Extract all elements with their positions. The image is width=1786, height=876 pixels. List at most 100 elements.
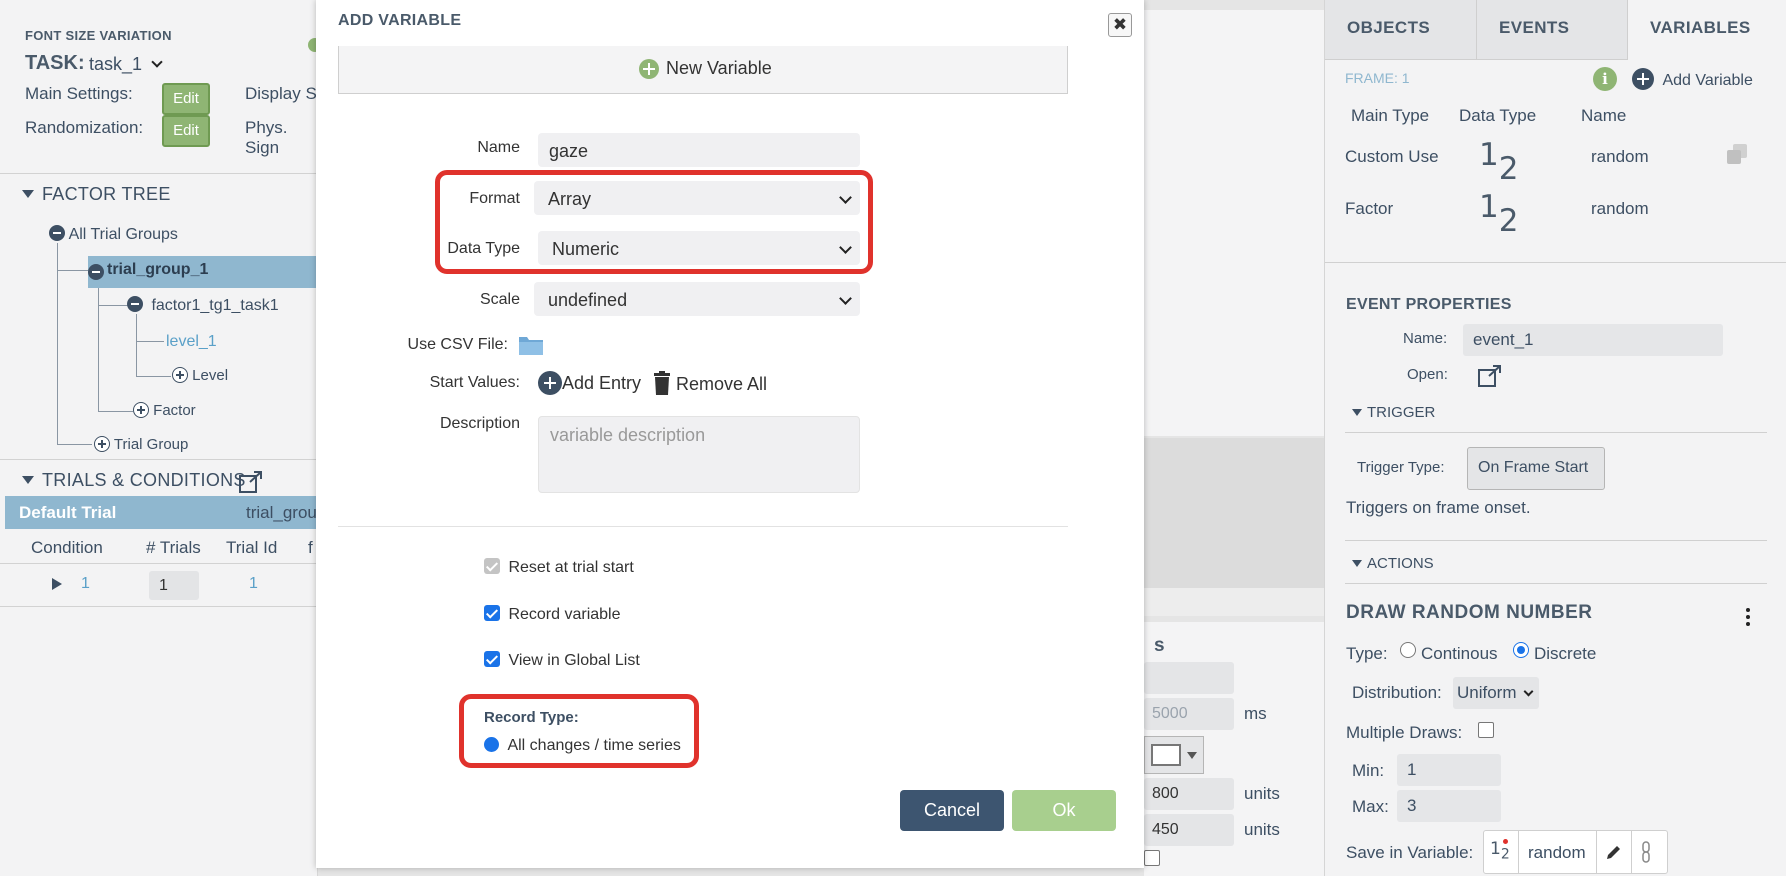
factor-tree-header[interactable]: FACTOR TREE [22,184,171,205]
dialog-title: ADD VARIABLE [338,12,462,29]
add-level-button[interactable]: Level [172,367,228,384]
trigger-type-select[interactable]: On Frame Start [1467,447,1605,490]
event-properties-title: EVENT PROPERTIES [1346,296,1512,313]
radio-continous[interactable] [1400,642,1416,658]
add-variable-dialog: ADD VARIABLE ✖ New Variable Name gaze Fo… [316,0,1144,868]
width-input[interactable]: 800 [1144,778,1234,810]
radio-selected-icon[interactable] [484,737,499,752]
right-panel: OBJECTS EVENTS VARIABLES FRAME: 1 i Add … [1324,0,1786,876]
randomization-edit-button[interactable]: Edit [162,115,210,147]
tab-objects[interactable]: OBJECTS [1325,0,1477,60]
open-external-icon[interactable] [238,470,264,494]
trials-count-input[interactable]: 1 [149,571,199,600]
caret-down-icon [1352,409,1362,416]
more-options-icon[interactable] [1745,606,1751,626]
description-textarea[interactable]: variable description [538,416,860,493]
add-level-label: Level [192,367,229,384]
add-trial-group-button[interactable]: Trial Group [94,436,188,453]
record-variable[interactable]: Record variable [484,605,621,624]
event-name-label: Name: [1403,330,1448,347]
collapse-icon[interactable] [49,225,65,241]
actions-header[interactable]: ACTIONS [1352,555,1434,572]
add-variable-button[interactable]: Add Variable [1632,68,1753,90]
collapse-icon[interactable] [127,296,143,312]
chevron-down-icon [839,241,852,254]
add-factor-button[interactable]: Factor [133,402,196,419]
copy-icon[interactable] [1727,144,1747,164]
tree-level-1[interactable]: level_1 [166,333,217,351]
data-type-select[interactable]: Numeric [538,231,860,265]
variable-row[interactable]: Factor 12 random [1325,180,1786,239]
reset-label: Reset at trial start [508,559,634,576]
record-type-label: Record Type: [484,709,579,726]
open-external-icon[interactable] [1477,364,1503,388]
default-trial-row[interactable]: Default Trial trial_grou [5,496,318,529]
property-input[interactable] [1144,662,1234,694]
pencil-icon[interactable] [1605,843,1623,861]
add-entry-button[interactable]: Add Entry [538,371,641,395]
scale-value: undefined [548,290,628,310]
remove-all-button[interactable]: Remove All [653,371,767,395]
height-input[interactable]: 450 [1144,814,1234,846]
ok-button[interactable]: Ok [1012,790,1116,831]
duration-input[interactable]: 5000 [1144,698,1234,730]
tree-factor[interactable]: factor1_tg1_task1 [127,296,279,315]
folder-icon[interactable] [518,334,544,356]
factor-tree-title: FACTOR TREE [42,184,171,204]
main-settings-edit-button[interactable]: Edit [162,83,210,115]
new-variable-button[interactable]: New Variable [338,46,1068,94]
name-input[interactable]: gaze [538,133,860,167]
info-icon[interactable]: i [1593,67,1617,91]
max-input[interactable]: 3 [1397,790,1501,822]
chevron-down-icon [1523,686,1534,697]
checkbox-icon[interactable] [484,605,500,621]
view-in-global-list[interactable]: View in Global List [484,651,640,670]
checkbox-icon[interactable] [484,558,500,574]
event-name-input[interactable]: event_1 [1463,324,1723,356]
cancel-button[interactable]: Cancel [900,790,1004,831]
save-variable-selector[interactable]: 12 random [1483,830,1668,874]
reset-at-trial-start[interactable]: Reset at trial start [484,558,634,577]
tab-variables[interactable]: VARIABLES [1628,0,1786,60]
trials-conditions-title: TRIALS & CONDITIONS [42,470,246,490]
divider [0,563,318,564]
checkbox-icon[interactable] [484,651,500,667]
collapse-icon[interactable] [88,264,104,280]
min-input[interactable]: 1 [1397,754,1501,786]
task-select[interactable]: task_1 [89,54,163,75]
variable-name: random [1591,199,1649,218]
trials-conditions-header[interactable]: TRIALS & CONDITIONS [22,470,246,491]
csv-label: Use CSV File: [407,336,508,353]
default-trial-label: Default Trial [19,503,117,522]
distribution-select[interactable]: Uniform [1453,677,1539,709]
properties-title-partial: s [1154,635,1165,656]
property-checkbox[interactable] [1144,850,1160,866]
tree-trial-group-1[interactable]: trial_group_1 [88,256,318,288]
actions-title: ACTIONS [1367,555,1434,572]
scale-select[interactable]: undefined [534,282,860,316]
default-trial-group: trial_grou [246,503,317,522]
color-picker[interactable] [1144,736,1204,774]
chevron-down-icon [839,292,852,305]
tab-events[interactable]: EVENTS [1477,0,1628,60]
record-type-option[interactable]: All changes / time series [484,737,681,755]
tree-node-label: All Trial Groups [68,226,178,243]
chevron-down-icon [839,191,852,204]
min-label: Min: [1352,761,1385,780]
link-icon[interactable] [1640,841,1652,863]
multiple-draws-checkbox[interactable] [1478,722,1494,738]
warning-dot-icon [1503,839,1508,844]
expand-row-icon[interactable] [52,578,62,590]
divider [1325,262,1786,263]
trigger-header[interactable]: TRIGGER [1352,404,1435,421]
record-label: Record variable [508,606,621,623]
close-icon[interactable]: ✖ [1108,13,1132,37]
caret-down-icon [22,190,34,198]
format-select[interactable]: Array [534,181,860,215]
remove-all-label: Remove All [676,374,768,394]
variable-row[interactable]: Custom Use 12 random [1325,132,1786,187]
divider [338,526,1068,527]
tree-all-trial-groups[interactable]: All Trial Groups [49,225,178,244]
format-label: Format [469,190,520,207]
radio-discrete[interactable] [1513,642,1529,658]
